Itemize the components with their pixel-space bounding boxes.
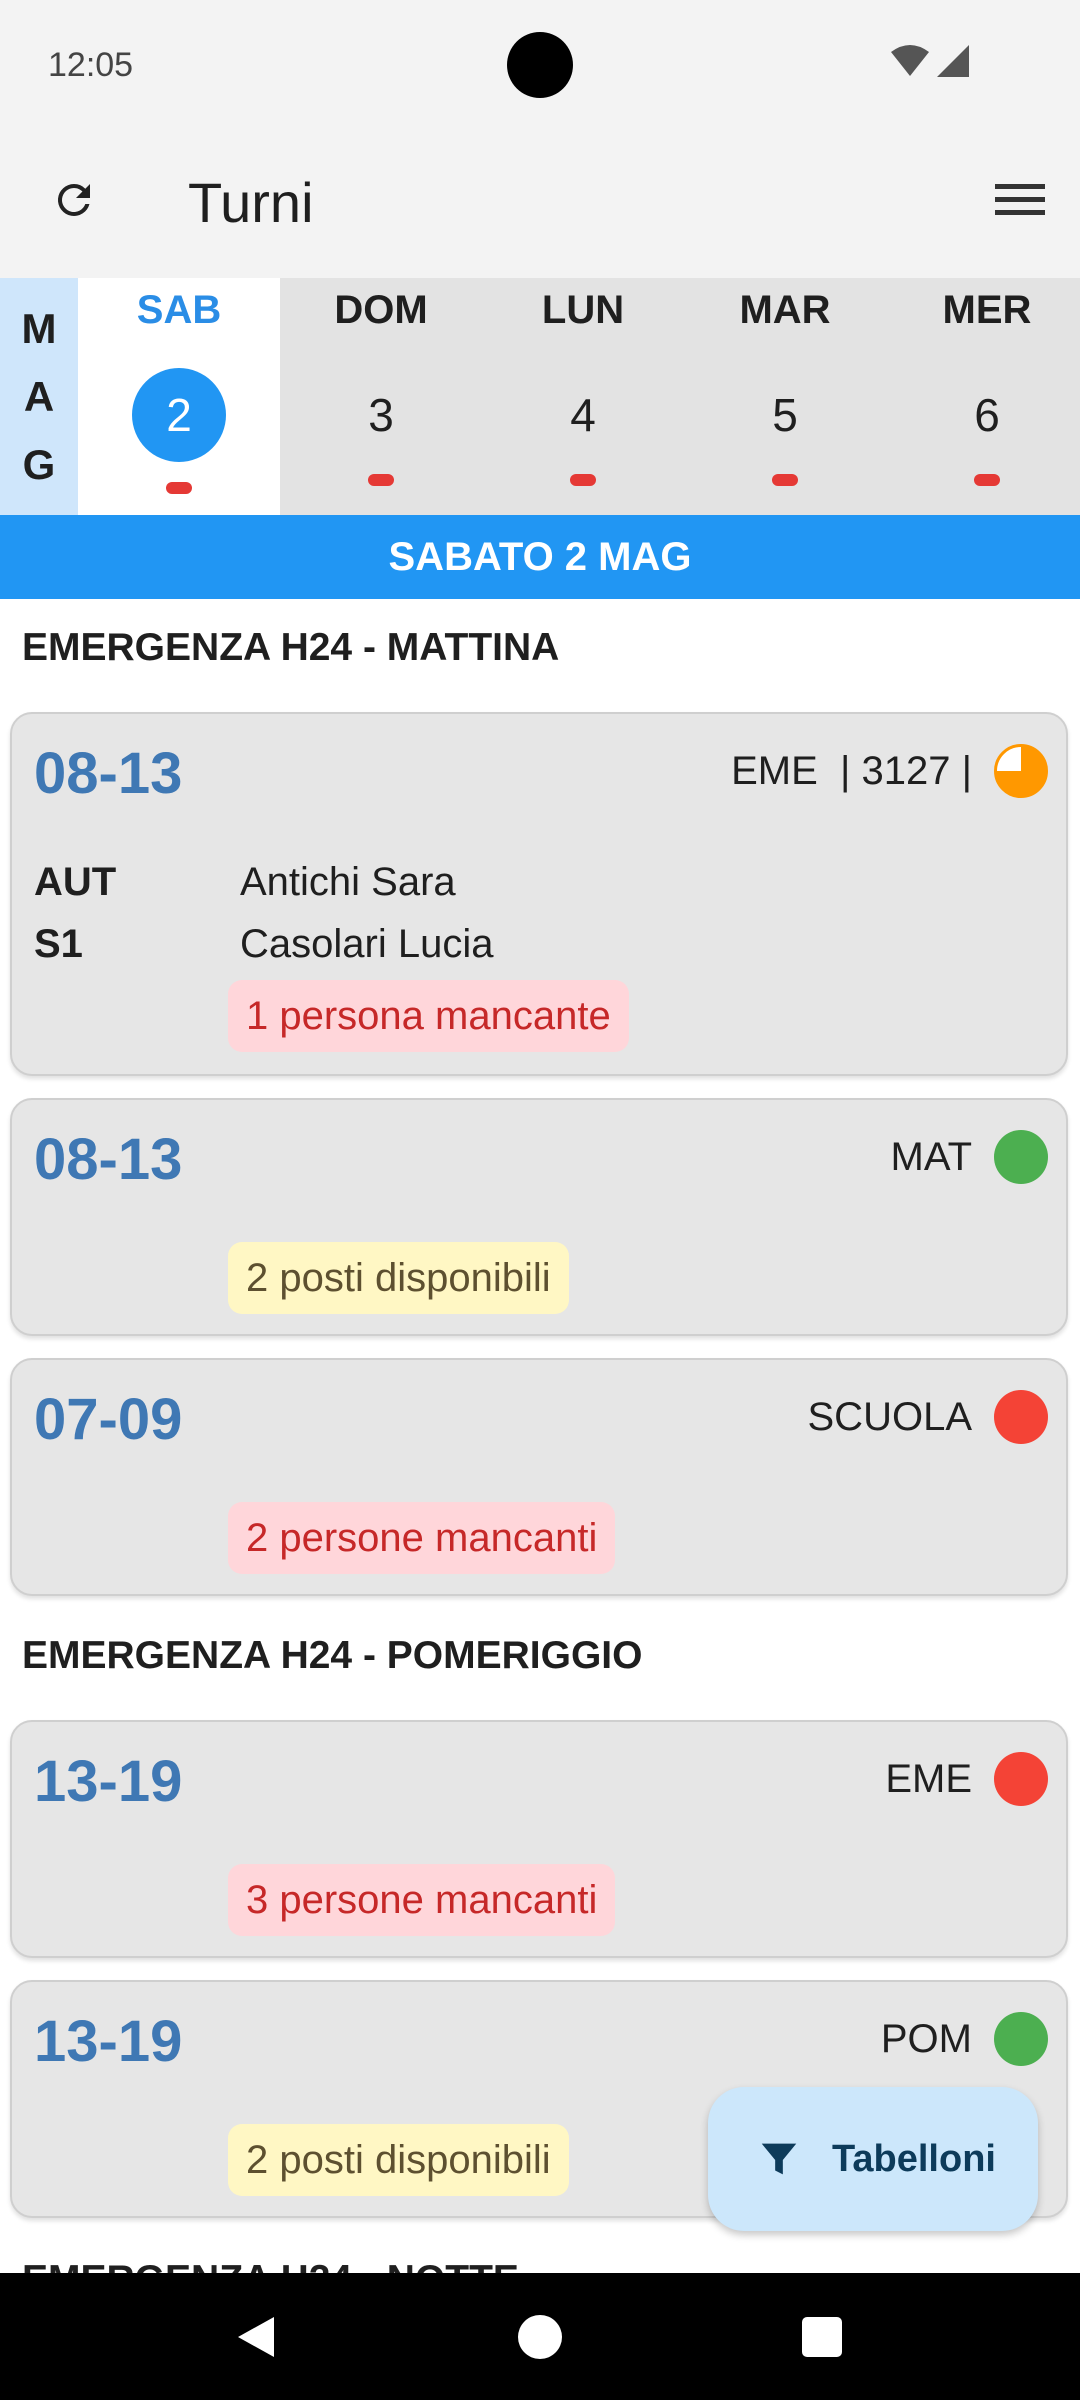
app-bar: Turni: [0, 140, 1080, 278]
day-number: 5: [772, 389, 798, 441]
shift-info: MAT: [891, 1130, 1048, 1184]
day-lun-4[interactable]: LUN 4: [482, 278, 684, 515]
menu-button[interactable]: [990, 170, 1050, 230]
shift-marker: [166, 482, 192, 494]
refresh-button[interactable]: [44, 170, 104, 230]
shift-info: EME | 3127 |: [731, 744, 1048, 798]
shift-info: EME: [885, 1752, 1048, 1806]
shift-info: SCUOLA: [807, 1390, 1048, 1444]
status-icons: [890, 44, 970, 78]
day-name: LUN: [541, 288, 625, 332]
missing-badge: 1 persona mancante: [228, 980, 629, 1052]
ok-status-icon: [994, 2012, 1048, 2066]
missing-status-icon: [994, 1752, 1048, 1806]
recents-button[interactable]: [792, 2307, 852, 2367]
section-title: EMERGENZA H24 - POMERIGGIO: [22, 1634, 643, 1677]
day-name: SAB: [136, 288, 222, 332]
missing-badge: 3 persone mancanti: [228, 1864, 616, 1936]
shift-code: SCUOLA: [807, 1394, 973, 1439]
status-bar: 12:05: [0, 0, 1080, 140]
shift-card[interactable]: 08-13 EME | 3127 | AUT Antichi Sara S1 C…: [10, 712, 1068, 1076]
role-label: S1: [34, 922, 83, 966]
fab-label: Tabelloni: [832, 2137, 996, 2180]
camera-cutout: [507, 32, 573, 98]
month-letter: M: [21, 304, 57, 352]
partial-status-icon: [994, 744, 1048, 798]
day-number: 2: [132, 368, 226, 462]
system-nav-bar: [0, 2273, 1080, 2400]
home-icon: [518, 2315, 562, 2359]
day-dom-3[interactable]: DOM 3: [280, 278, 482, 515]
shift-code: MAT: [890, 1134, 972, 1179]
page-title: Turni: [188, 171, 314, 234]
person-name: Casolari Lucia: [240, 922, 494, 966]
wifi-icon: [891, 45, 929, 76]
shift-time: 13-19: [34, 1749, 183, 1814]
role-label: AUT: [34, 860, 117, 904]
day-mer-6[interactable]: MER 6: [886, 278, 1080, 515]
shift-code: EME: [885, 1756, 972, 1801]
shift-marker: [368, 474, 394, 486]
date-strip: M A G SAB 2 DOM 3 LUN 4 MAR 5 MER 6: [0, 278, 1080, 515]
day-number: 4: [570, 389, 596, 441]
shift-marker: [570, 474, 596, 486]
shift-time: 07-09: [34, 1387, 183, 1452]
shift-card[interactable]: 07-09 SCUOLA 2 persone mancanti: [10, 1358, 1068, 1596]
day-name: MAR: [739, 288, 831, 332]
day-name: DOM: [334, 288, 428, 332]
day-number: 6: [974, 389, 1000, 441]
recents-icon: [802, 2317, 842, 2357]
shift-code: EME | 3127 |: [731, 748, 972, 793]
shift-card[interactable]: 08-13 MAT 2 posti disponibili: [10, 1098, 1068, 1336]
tabelloni-button[interactable]: Tabelloni: [708, 2087, 1038, 2231]
month-letter: A: [23, 372, 55, 420]
home-button[interactable]: [510, 2307, 570, 2367]
day-mar-5[interactable]: MAR 5: [684, 278, 886, 515]
shift-time: 13-19: [34, 2009, 183, 2074]
filter-icon: [761, 2143, 797, 2175]
section-title: EMERGENZA H24 - MATTINA: [22, 626, 560, 669]
day-sab-2[interactable]: SAB 2: [78, 278, 280, 515]
shift-info: POM: [881, 2012, 1048, 2066]
back-button[interactable]: [226, 2307, 286, 2367]
shift-marker: [974, 474, 1000, 486]
refresh-icon: [57, 183, 90, 216]
ok-status-icon: [994, 1130, 1048, 1184]
shift-time: 08-13: [34, 741, 183, 806]
shift-card[interactable]: 13-19 EME 3 persone mancanti: [10, 1720, 1068, 1958]
month-label: M A G: [0, 278, 78, 515]
missing-badge: 2 persone mancanti: [228, 1502, 616, 1574]
available-badge: 2 posti disponibili: [228, 2124, 569, 2196]
month-letter: G: [22, 440, 56, 488]
day-number: 3: [368, 389, 394, 441]
day-name: MER: [942, 288, 1032, 332]
shift-marker: [772, 474, 798, 486]
person-name: Antichi Sara: [240, 860, 456, 904]
status-time: 12:05: [48, 46, 134, 84]
signal-icon: [937, 45, 969, 77]
selected-day-banner: SABATO 2 MAG: [0, 515, 1080, 599]
hamburger-menu-icon: [995, 184, 1045, 215]
shift-time: 08-13: [34, 1127, 183, 1192]
back-icon: [238, 2317, 274, 2357]
available-badge: 2 posti disponibili: [228, 1242, 569, 1314]
shift-code: POM: [880, 2016, 972, 2061]
missing-status-icon: [994, 1390, 1048, 1444]
